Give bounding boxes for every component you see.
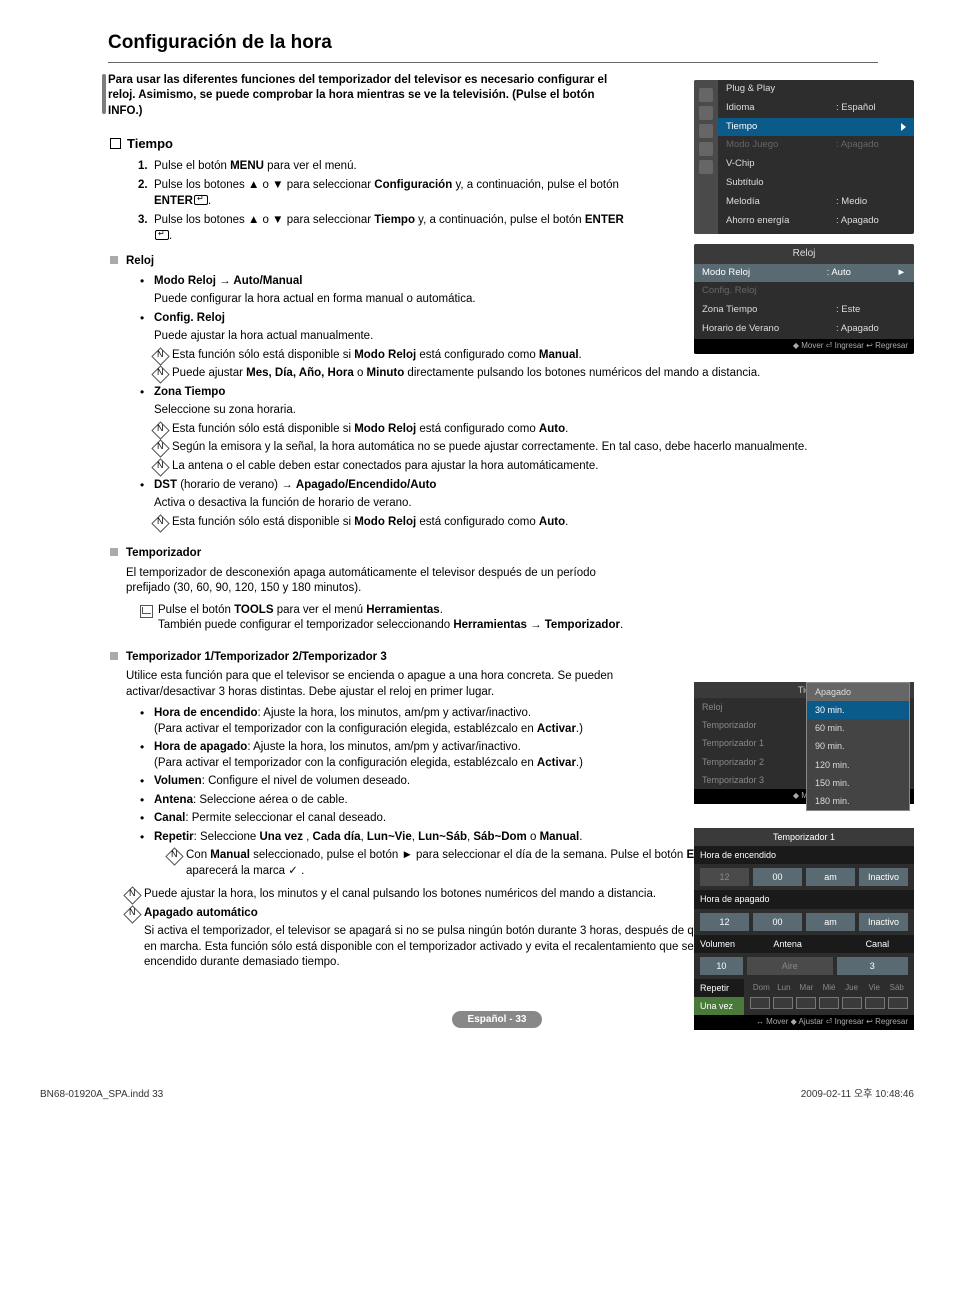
osd-temporizador1: Temporizador 1 Hora de encendido 12 00 a… [694, 828, 914, 1030]
note: NEsta función sólo está disponible si Mo… [154, 515, 878, 531]
square-filled-icon [110, 652, 118, 660]
triangle-right-icon [901, 123, 906, 131]
square-filled-icon [110, 548, 118, 556]
square-icon [110, 138, 121, 149]
osd-hint: ◆ Mover ⏎ Ingresar ↩ Regresar [694, 339, 914, 354]
page-title: Configuración de la hora [108, 30, 878, 63]
note: NEsta función sólo está disponible si Mo… [154, 422, 878, 438]
osd-config-menu: Configuración Plug & Play Idioma: Españo… [694, 80, 914, 234]
enter-icon [194, 195, 208, 205]
osd-popup-minutes[interactable]: Apagado 30 min. 60 min. 90 min. 120 min.… [806, 682, 910, 811]
tools-note: Pulse el botón TOOLS para ver el menú He… [140, 603, 878, 634]
subhead-t123: Temporizador 1/Temporizador 2/Temporizad… [110, 650, 878, 666]
accent-bar [102, 74, 106, 114]
subhead-temporizador: Temporizador [110, 546, 878, 562]
square-filled-icon [110, 256, 118, 264]
note: NLa antena o el cable deben estar conect… [154, 459, 878, 475]
text: Activa o desactiva la función de horario… [154, 496, 878, 512]
text: El temporizador de desconexión apaga aut… [126, 566, 626, 597]
osd-hint: ↔ Mover ◆ Ajustar ⏎ Ingresar ↩ Regresar [694, 1015, 914, 1030]
enter-icon [155, 230, 169, 240]
osd-row-tiempo[interactable]: Tiempo [718, 118, 914, 137]
osd-reloj-menu: Reloj Modo Reloj: Auto► Config. Reloj Zo… [694, 244, 914, 354]
text: Utilice esta función para que el televis… [126, 669, 626, 700]
text: Seleccione su zona horaria. [154, 403, 878, 419]
print-footer: BN68-01920A_SPA.indd 33 2009-02-11 오후 10… [36, 1088, 918, 1102]
osd-sidebar [694, 80, 718, 234]
page-number-badge: Español - 33 [452, 1011, 542, 1029]
osd-row-modo-reloj[interactable]: Modo Reloj: Auto► [694, 264, 914, 283]
note: NPuede ajustar Mes, Día, Año, Hora o Min… [154, 366, 878, 382]
intro-text: Para usar las diferentes funciones del t… [108, 73, 618, 120]
note: NSegún la emisora y la señal, la hora au… [154, 440, 878, 456]
